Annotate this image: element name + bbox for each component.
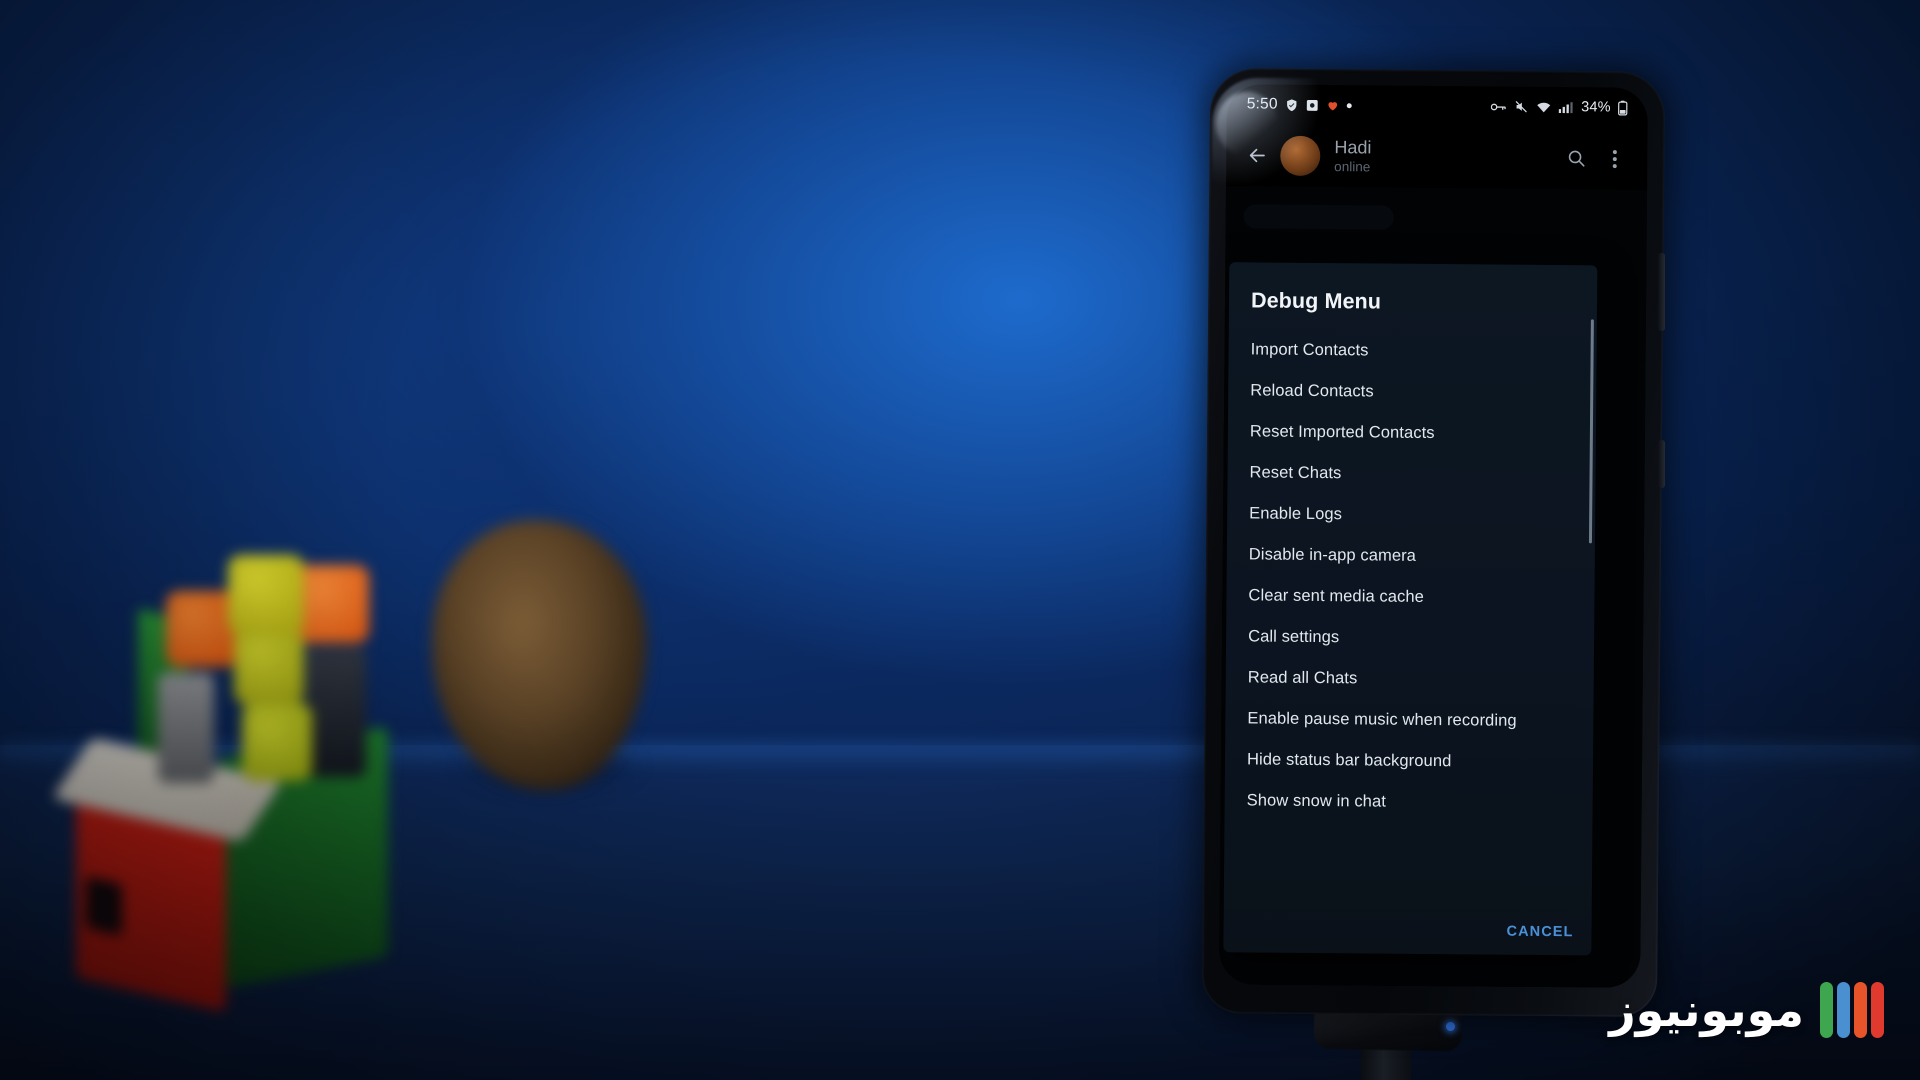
menu-item-enable-logs[interactable]: Enable Logs	[1227, 493, 1595, 537]
phone-screen[interactable]: 5:50	[1219, 84, 1648, 988]
logo-bar-3	[1854, 982, 1867, 1038]
watermark-logo-bars	[1820, 982, 1884, 1038]
menu-item-read-all-chats[interactable]: Read all Chats	[1226, 657, 1594, 701]
menu-item-enable-pause-music-when-recording[interactable]: Enable pause music when recording	[1225, 698, 1593, 742]
battery-percent: 34%	[1581, 99, 1611, 116]
menu-item-show-snow-in-chat[interactable]: Show snow in chat	[1225, 780, 1593, 824]
menu-item-disable-in-app-camera[interactable]: Disable in-app camera	[1227, 534, 1595, 578]
overflow-menu-icon[interactable]	[1595, 139, 1633, 177]
cancel-button[interactable]: CANCEL	[1506, 924, 1573, 941]
menu-item-import-contacts[interactable]: Import Contacts	[1228, 329, 1596, 373]
smartphone: 5:50	[1201, 68, 1666, 1080]
screen-glare-highlight	[1216, 92, 1278, 156]
chat-contact-name: Hadi	[1334, 137, 1372, 158]
dialog-title: Debug Menu	[1250, 288, 1382, 314]
phone-power-button[interactable]	[1658, 440, 1665, 488]
menu-item-reset-imported-contacts[interactable]: Reset Imported Contacts	[1228, 411, 1596, 455]
logo-bar-2	[1837, 982, 1850, 1038]
menu-item-call-settings[interactable]: Call settings	[1226, 616, 1594, 660]
debug-menu-list: Import Contacts Reload Contacts Reset Im…	[1225, 321, 1597, 824]
menu-item-hide-status-bar-background[interactable]: Hide status bar background	[1225, 739, 1593, 783]
phone-volume-button[interactable]	[1658, 253, 1665, 331]
battery-icon	[1618, 100, 1628, 116]
mute-icon	[1514, 100, 1529, 114]
logo-bar-4	[1871, 982, 1884, 1038]
debug-menu-dialog: Debug Menu Import Contacts Reload Contac…	[1223, 262, 1598, 956]
menu-item-reload-contacts[interactable]: Reload Contacts	[1228, 370, 1596, 414]
vpn-key-icon	[1491, 101, 1507, 112]
chat-body[interactable]: Debug Menu Import Contacts Reload Contac…	[1219, 186, 1648, 988]
watermark: موبونیوز	[1609, 982, 1884, 1038]
menu-item-clear-sent-media-cache[interactable]: Clear sent media cache	[1226, 575, 1594, 619]
chat-contact-status: online	[1334, 158, 1371, 175]
signal-icon	[1559, 101, 1574, 114]
watermark-text: موبونیوز	[1609, 983, 1804, 1037]
mount-led-icon	[1446, 1022, 1455, 1031]
logo-bar-1	[1820, 982, 1833, 1038]
wifi-icon	[1536, 100, 1552, 113]
search-icon[interactable]	[1557, 139, 1595, 177]
dot-icon	[1346, 102, 1352, 108]
chat-title-block[interactable]: Hadi online	[1334, 138, 1557, 177]
dialog-actions: CANCEL	[1506, 923, 1573, 942]
menu-item-reset-chats[interactable]: Reset Chats	[1227, 452, 1595, 496]
